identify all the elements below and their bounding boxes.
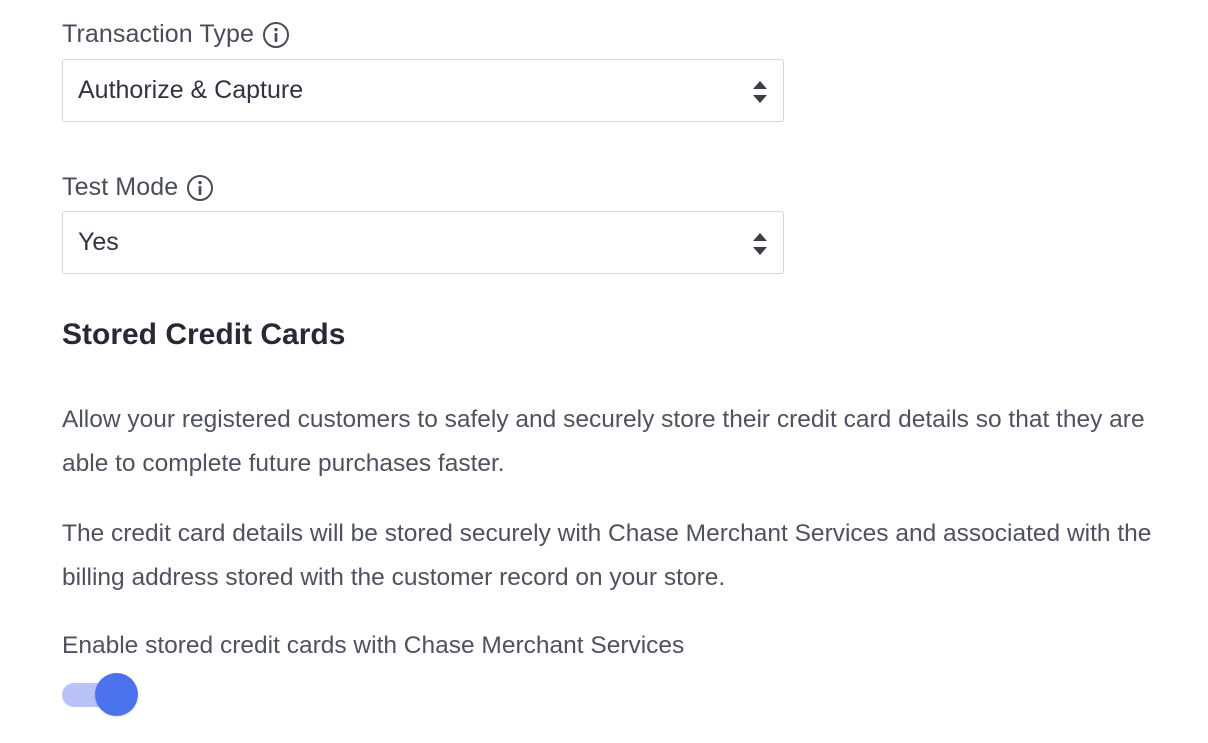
test-mode-label: Test Mode bbox=[62, 173, 214, 202]
transaction-type-label: Transaction Type bbox=[62, 20, 290, 49]
transaction-type-select[interactable]: Authorize & Capture bbox=[62, 59, 784, 122]
description-paragraph: Allow your registered customers to safel… bbox=[62, 406, 1145, 477]
storage-note-paragraph: The credit card details will be stored s… bbox=[62, 520, 1152, 591]
test-mode-select[interactable]: Yes bbox=[62, 211, 784, 274]
test-mode-value: Yes bbox=[78, 228, 119, 256]
section-title: Stored Credit Cards bbox=[62, 318, 346, 351]
select-arrows-icon bbox=[753, 233, 767, 255]
test-mode-label-text: Test Mode bbox=[62, 173, 179, 201]
stored-cards-toggle[interactable] bbox=[62, 673, 138, 717]
toggle-label: Enable stored credit cards with Chase Me… bbox=[62, 632, 685, 659]
info-icon[interactable] bbox=[186, 174, 214, 202]
select-arrows-icon bbox=[753, 81, 767, 103]
transaction-type-value: Authorize & Capture bbox=[78, 76, 304, 104]
transaction-type-label-text: Transaction Type bbox=[62, 20, 254, 48]
info-icon[interactable] bbox=[262, 21, 290, 49]
toggle-knob bbox=[95, 673, 138, 716]
